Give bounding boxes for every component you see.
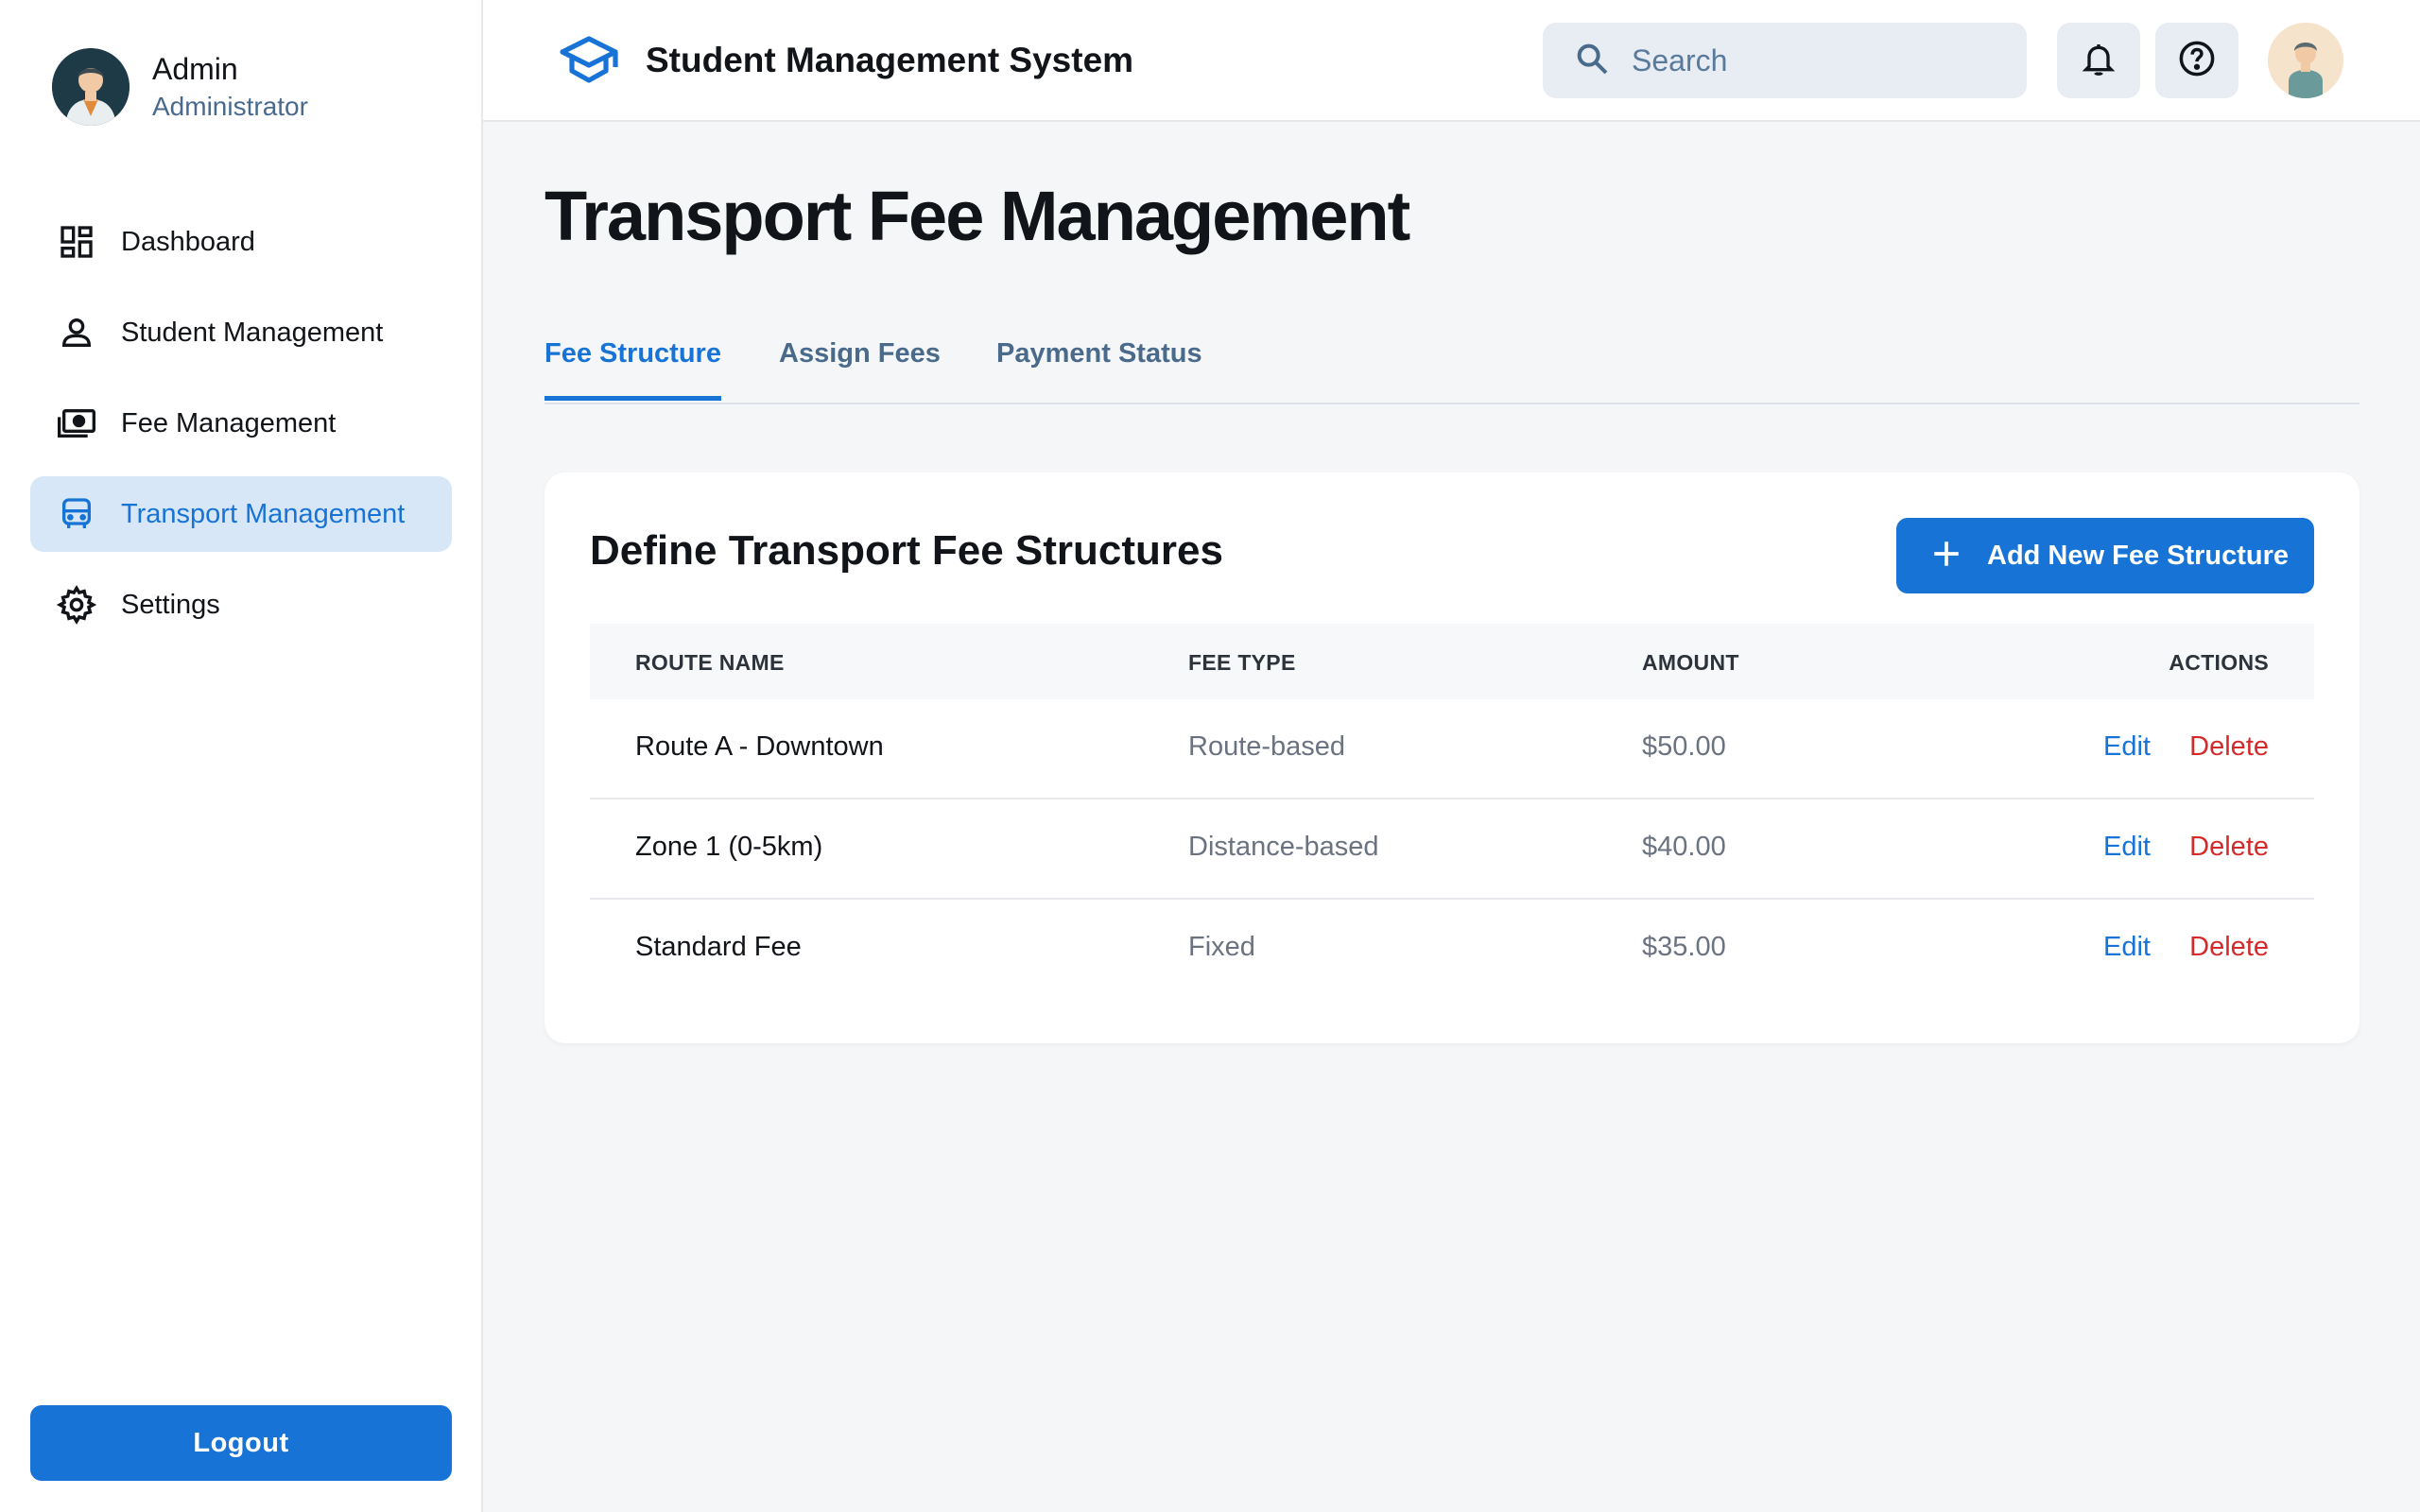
tab-assign-fees[interactable]: Assign Fees (779, 338, 941, 396)
sidebar-item-label: Settings (121, 589, 220, 620)
edit-link[interactable]: Edit (2103, 832, 2151, 863)
page-title: Transport Fee Management (544, 177, 1410, 255)
table-row: Standard Fee Fixed $35.00 Edit Delete (590, 900, 2314, 1000)
tab-bar: Fee Structure Assign Fees Payment Status (544, 321, 2360, 404)
sidebar-item-label: Fee Management (121, 407, 337, 438)
column-header: ACTIONS (2169, 650, 2269, 675)
graduation-cap-icon (559, 35, 619, 86)
payments-icon (55, 402, 98, 445)
sidebar-item-settings[interactable]: Settings (30, 567, 452, 643)
table-header: ROUTE NAME FEE TYPE AMOUNT ACTIONS (590, 624, 2314, 699)
edit-link[interactable]: Edit (2103, 932, 2151, 963)
search-box[interactable] (1543, 23, 2027, 98)
app-title: Student Management System (646, 41, 1134, 79)
add-button-label: Add New Fee Structure (1987, 540, 2290, 571)
bell-icon (2080, 40, 2118, 82)
person-icon (55, 311, 98, 354)
brand: Student Management System (559, 35, 1133, 86)
table-row: Route A - Downtown Route-based $50.00 Ed… (590, 699, 2314, 799)
search-input[interactable] (1632, 43, 1991, 78)
sidebar-item-student-management[interactable]: Student Management (30, 295, 452, 370)
sidebar-item-fee-management[interactable]: Fee Management (30, 386, 452, 461)
help-icon (2177, 39, 2217, 83)
column-header: FEE TYPE (1188, 650, 1296, 675)
route-name: Zone 1 (0-5km) (635, 832, 823, 862)
amount: $40.00 (1642, 832, 1726, 862)
sidebar-item-label: Student Management (121, 317, 384, 348)
tab-fee-structure[interactable]: Fee Structure (544, 338, 721, 401)
sidebar: Admin Administrator Dashboard Student Ma… (0, 0, 483, 1512)
tab-payment-status[interactable]: Payment Status (996, 338, 1202, 396)
delete-link[interactable]: Delete (2189, 932, 2269, 963)
logout-button[interactable]: Logout (30, 1405, 452, 1481)
user-avatar[interactable] (2268, 23, 2343, 98)
edit-link[interactable]: Edit (2103, 731, 2151, 763)
fee-structure-table: ROUTE NAME FEE TYPE AMOUNT ACTIONS Route… (590, 624, 2314, 1000)
notifications-button[interactable] (2057, 23, 2140, 98)
card-title: Define Transport Fee Structures (590, 527, 1223, 574)
bus-icon (55, 492, 98, 536)
amount: $35.00 (1642, 932, 1726, 962)
top-header: Student Management System (483, 0, 2420, 122)
user-name: Admin (152, 52, 238, 86)
delete-link[interactable]: Delete (2189, 731, 2269, 763)
fee-structures-card: Define Transport Fee Structures Add New … (544, 472, 2360, 1043)
sidebar-item-label: Transport Management (121, 498, 406, 529)
route-name: Route A - Downtown (635, 731, 884, 762)
dashboard-icon (55, 220, 98, 264)
table-row: Zone 1 (0-5km) Distance-based $40.00 Edi… (590, 799, 2314, 900)
sidebar-item-dashboard[interactable]: Dashboard (30, 204, 452, 280)
add-fee-structure-button[interactable]: Add New Fee Structure (1896, 518, 2314, 593)
user-profile: Admin Administrator (52, 48, 308, 126)
admin-avatar (52, 48, 130, 126)
plus-icon (1930, 538, 1962, 575)
fee-type: Route-based (1188, 731, 1346, 762)
amount: $50.00 (1642, 731, 1726, 762)
column-header: AMOUNT (1642, 650, 1739, 675)
sidebar-nav: Dashboard Student Management Fee Managem… (30, 204, 452, 658)
search-icon (1573, 40, 1611, 82)
route-name: Standard Fee (635, 932, 802, 962)
user-role: Administrator (152, 92, 308, 121)
fee-type: Distance-based (1188, 832, 1379, 862)
delete-link[interactable]: Delete (2189, 832, 2269, 863)
help-button[interactable] (2155, 23, 2238, 98)
column-header: ROUTE NAME (635, 650, 785, 675)
gear-icon (55, 583, 98, 627)
fee-type: Fixed (1188, 932, 1255, 962)
sidebar-item-transport-management[interactable]: Transport Management (30, 476, 452, 552)
sidebar-item-label: Dashboard (121, 226, 255, 257)
